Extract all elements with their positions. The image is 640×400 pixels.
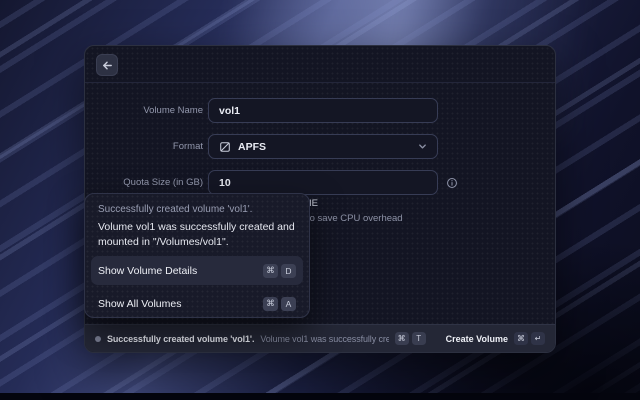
arrow-left-icon [102, 60, 113, 71]
t-key: T [412, 332, 426, 345]
back-button[interactable] [96, 54, 118, 76]
show-all-volumes-shortcut: ⌘ A [263, 297, 296, 311]
d-key: D [281, 264, 296, 278]
desktop: Volume Name Format APFS [0, 0, 640, 400]
screen-bottom-strip [0, 393, 640, 400]
volume-name-row: Volume Name [85, 98, 555, 123]
popover-body: Volume vol1 was successfully created and… [98, 220, 299, 250]
format-select[interactable]: APFS [208, 134, 438, 159]
occluded-text-fragment: IE [309, 198, 318, 209]
status-dot-icon [95, 336, 101, 342]
popover-title: Successfully created volume 'vol1'. [98, 204, 252, 215]
command-key: ⌘ [395, 332, 409, 345]
volume-name-input[interactable] [208, 98, 438, 123]
popover-body-line2: mounted in "/Volumes/vol1". [98, 236, 229, 248]
format-value: APFS [238, 141, 266, 153]
create-volume-shortcut: ⌘ ↵ [514, 332, 545, 345]
show-all-volumes-item[interactable]: Show All Volumes ⌘ A [91, 289, 303, 318]
a-key: A [281, 297, 296, 311]
show-volume-details-label: Show Volume Details [98, 265, 197, 277]
chevron-down-icon [418, 142, 427, 151]
status-bar: Successfully created volume 'vol1'. Volu… [85, 324, 555, 352]
success-popover: Successfully created volume 'vol1'. Volu… [84, 193, 310, 318]
command-key: ⌘ [263, 297, 278, 311]
popover-body-line1: Volume vol1 was successfully created and [98, 221, 295, 233]
show-volume-details-shortcut: ⌘ D [263, 264, 296, 278]
command-key: ⌘ [263, 264, 278, 278]
create-volume-form: Volume Name Format APFS [85, 98, 555, 206]
format-row: Format APFS [85, 134, 555, 159]
quota-size-row: Quota Size (in GB) [85, 170, 555, 195]
return-key: ↵ [531, 332, 545, 345]
dialog-header [85, 46, 555, 83]
quota-size-input[interactable] [208, 170, 438, 195]
command-key: ⌘ [514, 332, 528, 345]
disk-slash-icon [219, 141, 231, 153]
create-volume-button[interactable]: Create Volume [446, 334, 508, 344]
volume-name-label: Volume Name [85, 105, 203, 116]
status-title: Successfully created volume 'vol1'. [107, 334, 254, 344]
show-all-volumes-label: Show All Volumes [98, 298, 181, 310]
occluded-text-fragment: to save CPU overhead [307, 213, 403, 224]
status-subtitle: Volume vol1 was successfully creat... [260, 334, 388, 344]
status-shortcut: ⌘ T [395, 332, 426, 345]
info-icon[interactable] [446, 177, 458, 189]
format-label: Format [85, 141, 203, 152]
quota-size-label: Quota Size (in GB) [85, 177, 203, 188]
show-volume-details-item[interactable]: Show Volume Details ⌘ D [91, 256, 303, 285]
